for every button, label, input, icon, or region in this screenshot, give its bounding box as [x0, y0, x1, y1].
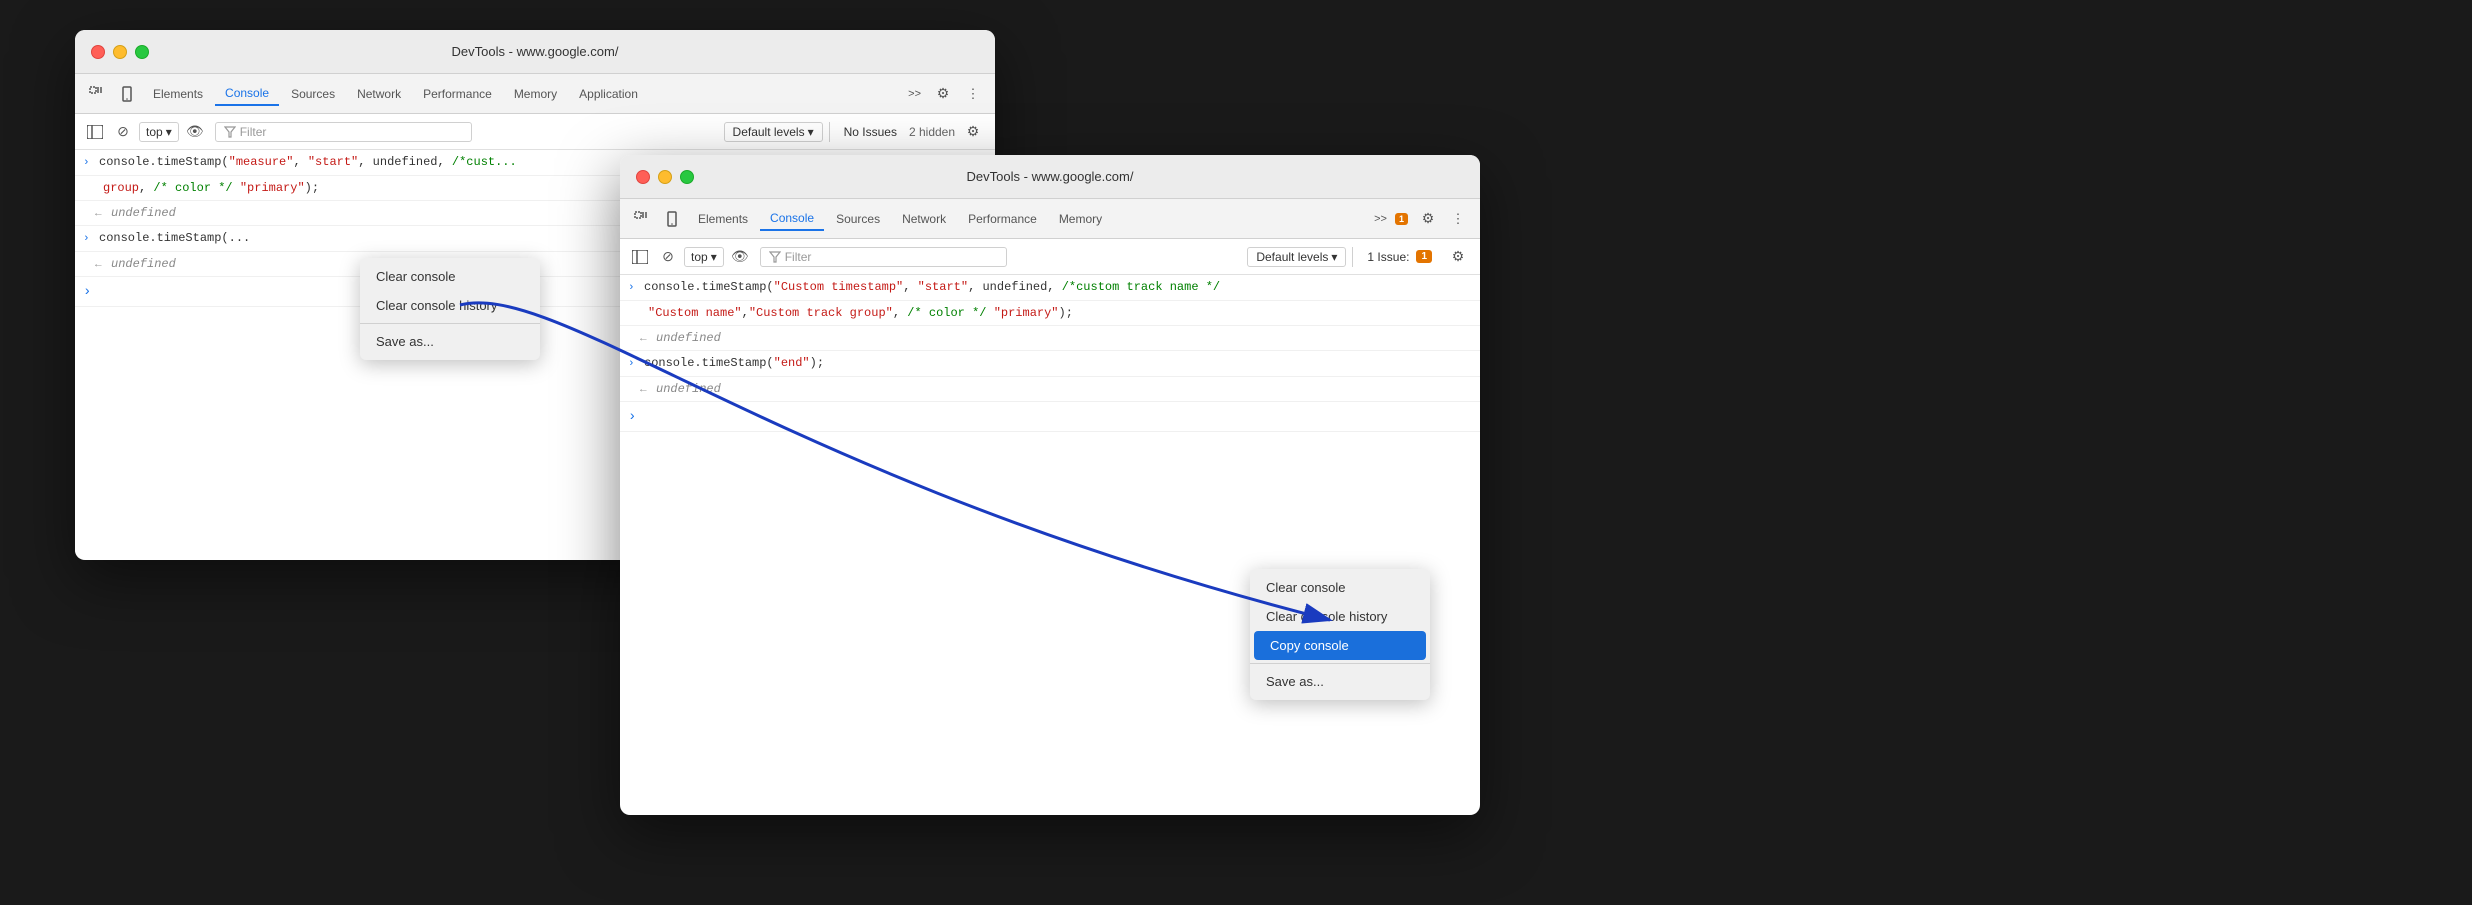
tab-application-1[interactable]: Application: [569, 83, 648, 105]
more-options-icon-2[interactable]: ⋮: [1444, 205, 1472, 233]
more-tabs-2[interactable]: >>: [1368, 211, 1393, 227]
clear-icon-2[interactable]: ⊘: [656, 245, 680, 269]
context-menu-2: Clear console Clear console history Copy…: [1250, 569, 1430, 700]
filter-icon-1: [224, 126, 236, 138]
context-menu-item-copy-console-2[interactable]: Copy console: [1254, 631, 1426, 660]
top-label-1: top: [146, 125, 163, 139]
arrow-output-2-2: ←: [640, 382, 650, 399]
context-menu-item-clear-console-1[interactable]: Clear console: [360, 262, 540, 291]
sidebar-toggle-2[interactable]: [628, 245, 652, 269]
issue-badge-2: 1: [1416, 250, 1432, 263]
console-settings-icon-1[interactable]: ⚙: [959, 118, 987, 146]
tab-performance-1[interactable]: Performance: [413, 83, 502, 105]
arrow-input-1: ›: [83, 155, 93, 172]
top-chevron-1: ▾: [166, 125, 172, 139]
traffic-lights-2: [636, 170, 694, 184]
filter-area-1[interactable]: Filter: [215, 122, 472, 142]
eye-icon-1[interactable]: 👁: [183, 120, 207, 144]
context-menu-item-clear-console-2[interactable]: Clear console: [1250, 573, 1430, 602]
issues-label-1: No Issues: [844, 125, 897, 139]
close-button-1[interactable]: [91, 45, 105, 59]
arrow-input-2: ›: [83, 231, 93, 248]
tab-sources-1[interactable]: Sources: [281, 83, 345, 105]
hidden-badge-1: 2 hidden: [909, 125, 955, 139]
console-input-line-2: › console.timeStamp("end");: [620, 351, 1480, 377]
context-menu-item-clear-history-2[interactable]: Clear console history: [1250, 602, 1430, 631]
filter-label-1: Filter: [240, 125, 267, 139]
titlebar-2: DevTools - www.google.com/: [620, 155, 1480, 199]
context-menu-item-save-2[interactable]: Save as...: [1250, 667, 1430, 696]
arrow-expand-1: ›: [83, 282, 93, 303]
mobile-icon-1[interactable]: [113, 80, 141, 108]
arrow-output-2-1: ←: [640, 331, 650, 348]
console-toolbar-2: ⊘ top ▾ 👁 Filter Default levels ▾ 1 Issu…: [620, 239, 1480, 275]
issues-btn-1: No Issues: [836, 123, 905, 141]
issues-btn-2: 1 Issue: 1: [1359, 248, 1440, 266]
more-options-icon-1[interactable]: ⋮: [959, 80, 987, 108]
console-content-2: › console.timeStamp("Custom timestamp", …: [620, 275, 1480, 575]
console-input-line-1b: "Custom name", "Custom track group", /* …: [620, 301, 1480, 326]
levels-btn-2[interactable]: Default levels ▾: [1247, 247, 1346, 267]
eye-icon-2[interactable]: 👁: [728, 245, 752, 269]
filter-icon-2: [769, 251, 781, 263]
inspect-icon-1[interactable]: [83, 80, 111, 108]
window-title-1: DevTools - www.google.com/: [452, 44, 619, 59]
context-menu-sep-2: [1250, 663, 1430, 664]
tab-memory-1[interactable]: Memory: [504, 83, 567, 105]
console-input-line-1: › console.timeStamp("Custom timestamp", …: [620, 275, 1480, 301]
arrow-output-1: ←: [95, 206, 105, 223]
console-output-1: ← undefined: [620, 326, 1480, 352]
issues-text-2: 1 Issue:: [1367, 250, 1409, 264]
filter-area-2[interactable]: Filter: [760, 247, 1007, 267]
close-button-2[interactable]: [636, 170, 650, 184]
tab-console-1[interactable]: Console: [215, 82, 279, 106]
mobile-icon-2[interactable]: [658, 205, 686, 233]
levels-btn-1[interactable]: Default levels ▾: [724, 122, 823, 142]
console-output-2: ← undefined: [620, 377, 1480, 403]
window-title-2: DevTools - www.google.com/: [967, 169, 1134, 184]
top-chevron-2: ▾: [711, 250, 717, 264]
toolbar-badge-2: 1: [1395, 213, 1408, 225]
settings-icon-2[interactable]: ⚙: [1414, 205, 1442, 233]
tab-elements-1[interactable]: Elements: [143, 83, 213, 105]
tab-network-1[interactable]: Network: [347, 83, 411, 105]
top-selector-1[interactable]: top ▾: [139, 122, 179, 142]
inspect-icon-2[interactable]: [628, 205, 656, 233]
levels-label-1: Default levels: [733, 125, 805, 139]
traffic-lights-1: [91, 45, 149, 59]
arrow-expand-2: ›: [628, 407, 638, 428]
settings-icon-1[interactable]: ⚙: [929, 80, 957, 108]
clear-icon-1[interactable]: ⊘: [111, 120, 135, 144]
tab-performance-2[interactable]: Performance: [958, 208, 1047, 230]
context-menu-1: Clear console Clear console history Save…: [360, 258, 540, 360]
levels-label-2: Default levels: [1256, 250, 1328, 264]
arrow-input-2-1: ›: [628, 280, 638, 297]
minimize-button-1[interactable]: [113, 45, 127, 59]
filter-label-2: Filter: [785, 250, 812, 264]
arrow-output-2: ←: [95, 257, 105, 274]
context-menu-sep-1: [360, 323, 540, 324]
tab-memory-2[interactable]: Memory: [1049, 208, 1112, 230]
top-label-2: top: [691, 250, 708, 264]
titlebar-1: DevTools - www.google.com/: [75, 30, 995, 74]
maximize-button-1[interactable]: [135, 45, 149, 59]
minimize-button-2[interactable]: [658, 170, 672, 184]
tab-network-2[interactable]: Network: [892, 208, 956, 230]
tab-console-2[interactable]: Console: [760, 207, 824, 231]
console-settings-icon-2[interactable]: ⚙: [1444, 243, 1472, 271]
tab-sources-2[interactable]: Sources: [826, 208, 890, 230]
devtools-window-2: DevTools - www.google.com/ Elements Cons…: [620, 155, 1480, 815]
tabs-toolbar-2: Elements Console Sources Network Perform…: [620, 199, 1480, 239]
arrow-input-2-2: ›: [628, 356, 638, 373]
context-menu-item-save-1[interactable]: Save as...: [360, 327, 540, 356]
tab-elements-2[interactable]: Elements: [688, 208, 758, 230]
console-toolbar-1: ⊘ top ▾ 👁 Filter Default levels ▾ No Iss…: [75, 114, 995, 150]
tabs-toolbar-1: Elements Console Sources Network Perform…: [75, 74, 995, 114]
sidebar-toggle-1[interactable]: [83, 120, 107, 144]
maximize-button-2[interactable]: [680, 170, 694, 184]
console-empty-line-2: ›: [620, 402, 1480, 432]
top-selector-2[interactable]: top ▾: [684, 247, 724, 267]
more-tabs-1[interactable]: >>: [902, 86, 927, 102]
context-menu-item-clear-history-1[interactable]: Clear console history: [360, 291, 540, 320]
